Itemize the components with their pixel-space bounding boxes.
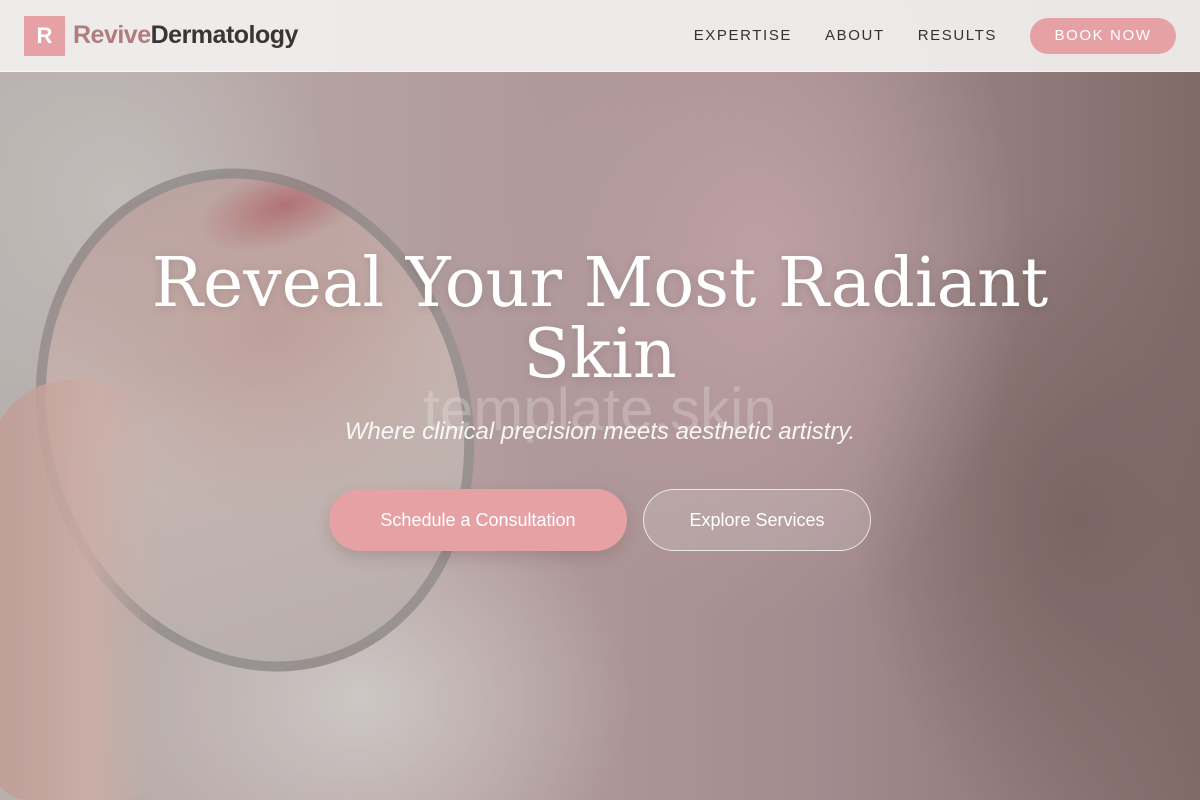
schedule-consultation-button[interactable]: Schedule a Consultation <box>329 489 627 551</box>
nav-link-expertise[interactable]: EXPERTISE <box>694 27 792 44</box>
brand-name-dermatology: Dermatology <box>150 21 299 49</box>
logo-mark: R <box>24 15 65 56</box>
site-header: R ReviveDermatology EXPERTISE ABOUT RESU… <box>0 0 1200 72</box>
brand-name-revive: Revive <box>73 21 151 49</box>
hero-cta-group: Schedule a Consultation Explore Services <box>0 489 1200 551</box>
nav-link-results[interactable]: RESULTS <box>918 27 997 44</box>
hero-title: Reveal Your Most Radiant Skin <box>151 244 1049 394</box>
book-now-button[interactable]: BOOK NOW <box>1030 17 1176 54</box>
explore-services-button[interactable]: Explore Services <box>643 489 871 551</box>
nav-link-about[interactable]: ABOUT <box>825 27 885 44</box>
brand-name: ReviveDermatology <box>73 21 298 50</box>
main-nav: EXPERTISE ABOUT RESULTS BOOK NOW <box>661 17 1176 54</box>
hero-subtitle: Where clinical precision meets aesthetic… <box>344 418 856 445</box>
brand-logo[interactable]: R ReviveDermatology <box>24 15 298 56</box>
hero-section: Reveal Your Most Radiant Skin <box>0 248 1200 390</box>
